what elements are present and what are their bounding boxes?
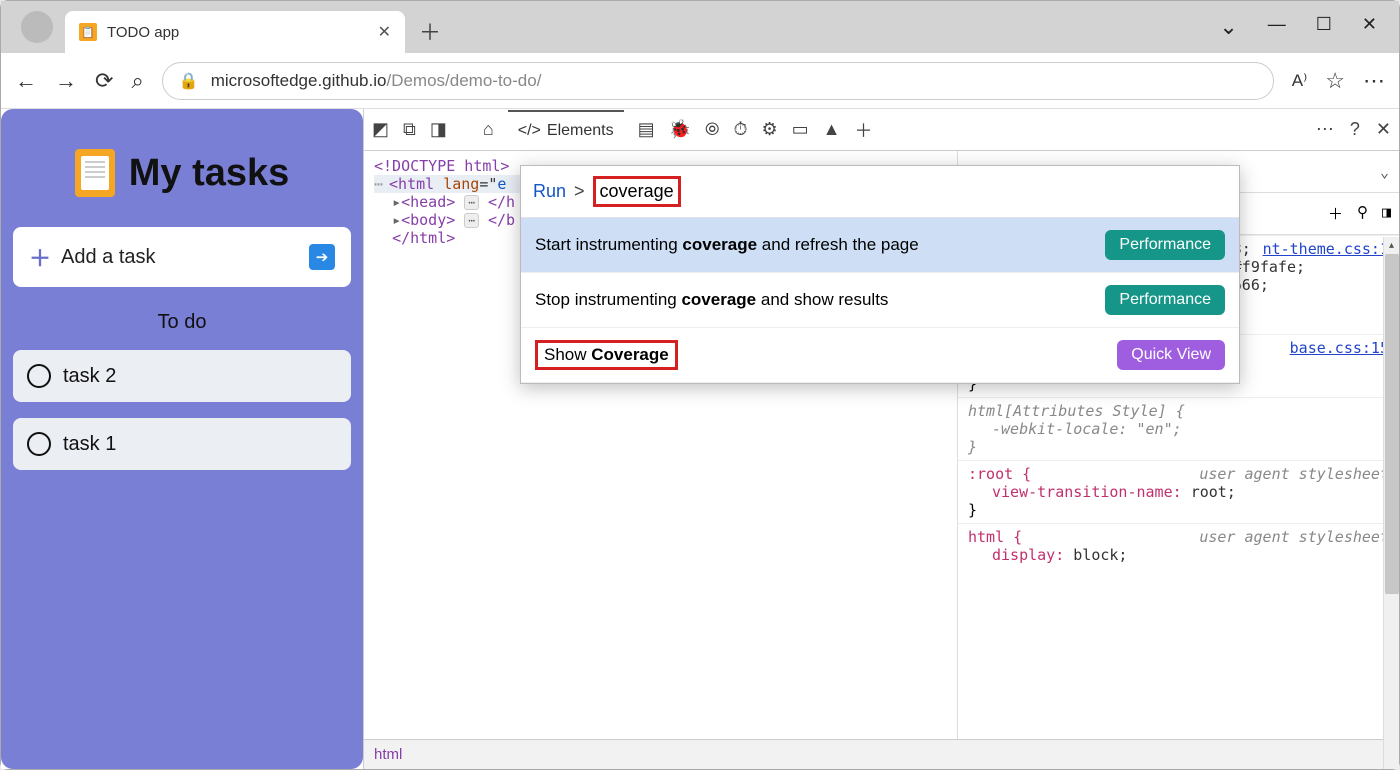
back-button[interactable]: ← [15,68,37,94]
address-bar[interactable]: 🔒 microsoftedge.github.io/Demos/demo-to-… [162,62,1274,100]
add-task-label: Add a task [61,246,156,269]
application-icon[interactable]: ▭ [792,119,809,140]
help-icon[interactable]: ? [1350,119,1360,140]
url-text: microsoftedge.github.io/Demos/demo-to-do… [211,71,542,91]
devtools-tabbar: ◩ ⧉ ◨ ⌂ </> Elements ▤ 🐞 ⦾ ⏱ ⚙ ▭ ▲ ＋ ⋯ [364,109,1399,151]
close-devtools-icon[interactable]: ✕ [1376,119,1391,140]
close-icon[interactable]: ✕ [378,22,391,42]
scroll-up-icon[interactable]: ▴ [1384,237,1399,253]
show-coverage-highlight: Show Coverage [535,340,678,370]
add-rule-icon[interactable]: ＋ [1328,203,1343,224]
more-icon[interactable]: ⋯ [1363,68,1385,94]
palette-item[interactable]: Start instrumenting coverage and refresh… [521,218,1239,273]
plus-icon: ＋ [29,241,51,273]
source-link[interactable]: base.css:15 [1290,339,1389,357]
welcome-icon[interactable]: ⌂ [483,119,494,140]
new-tab-button[interactable]: ＋ [413,14,447,48]
command-query: coverage [600,181,674,201]
tab-title: TODO app [107,24,368,41]
clipboard-icon [75,149,115,197]
tab-elements[interactable]: </> Elements [508,110,624,150]
toggle-icon[interactable]: ◨ [1382,203,1391,224]
clipboard-icon: 📋 [79,23,97,41]
dock-icon[interactable]: ◨ [430,119,447,140]
device-icon[interactable]: ⧉ [403,119,416,140]
checkbox-icon[interactable] [27,364,51,388]
network-icon[interactable]: ⦾ [705,119,719,140]
task-item[interactable]: task 2 [13,350,351,402]
submit-icon[interactable]: ➔ [309,244,335,270]
window-controls: ⌄ — ☐ ✕ [1219,14,1391,40]
app-header: My tasks [13,121,351,211]
elements-icon: </> [518,122,541,140]
palette-item-text: Stop instrumenting coverage and show res… [535,290,888,310]
performance-icon[interactable]: ⏱ [733,119,747,140]
command-input-row[interactable]: Run > coverage [521,166,1239,218]
lock-icon: 🔒 [179,71,199,91]
browser-window: 📋 TODO app ✕ ＋ ⌄ — ☐ ✕ ← → ⟳ ⌕ 🔒 microso… [0,0,1400,770]
chevron-down-icon[interactable]: ⌄ [1380,163,1389,181]
close-window-button[interactable]: ✕ [1362,14,1377,40]
selector-text: html[Attributes Style] { [968,402,1389,420]
tab-label: Elements [547,122,614,140]
maximize-button[interactable]: ☐ [1316,14,1332,40]
more-tools-icon[interactable]: ⋯ [1316,119,1334,140]
page-title: My tasks [129,152,290,195]
forward-button[interactable]: → [55,68,77,94]
refresh-button[interactable]: ⟳ [95,68,113,94]
breadcrumb-item[interactable]: html [374,746,402,763]
task-label: task 1 [63,433,116,456]
styles-toolbar: ＋ ⚲ ◨ [1328,203,1391,224]
section-heading: To do [13,303,351,334]
command-prefix: > [574,181,585,202]
palette-item[interactable]: Show Coverage Quick View [521,328,1239,383]
palette-item[interactable]: Stop instrumenting coverage and show res… [521,273,1239,328]
add-panel-icon[interactable]: ＋ [854,117,872,143]
ua-label: user agent stylesheet [1199,465,1389,483]
category-badge: Quick View [1117,340,1225,370]
minimize-button[interactable]: — [1268,14,1286,40]
browser-toolbar: ← → ⟳ ⌕ 🔒 microsoftedge.github.io/Demos/… [1,53,1399,109]
task-label: task 2 [63,365,116,388]
browser-tab[interactable]: 📋 TODO app ✕ [65,11,405,53]
inspect-icon[interactable]: ◩ [372,119,389,140]
category-badge: Performance [1105,230,1225,260]
memory-icon[interactable]: ⚙ [762,119,778,140]
todo-app: My tasks ＋ Add a task ➔ To do task 2 tas… [1,109,363,769]
run-label: Run [533,181,566,202]
vertical-scrollbar[interactable]: ▴ [1383,237,1399,769]
filter-icon[interactable]: ⚲ [1357,203,1368,224]
search-icon[interactable]: ⌕ [131,68,143,94]
read-aloud-icon[interactable]: A⁾ [1292,71,1308,91]
task-item[interactable]: task 1 [13,418,351,470]
source-link[interactable]: nt-theme.css:1 [1263,240,1389,258]
breadcrumb[interactable]: html [364,739,1399,769]
category-badge: Performance [1105,285,1225,315]
sources-icon[interactable]: 🐞 [669,119,691,140]
scrollbar-thumb[interactable] [1385,254,1399,594]
palette-item-text: Start instrumenting coverage and refresh… [535,235,919,255]
favorite-icon[interactable]: ☆ [1325,68,1345,94]
command-palette: Run > coverage Start instrumenting covera… [520,165,1240,384]
command-query-highlight: coverage [593,176,681,207]
console-icon[interactable]: ▤ [638,119,655,140]
chevron-down-icon[interactable]: ⌄ [1219,14,1237,40]
lighthouse-icon[interactable]: ▲ [823,119,841,140]
titlebar: 📋 TODO app ✕ ＋ ⌄ — ☐ ✕ [1,1,1399,53]
profile-avatar[interactable] [21,11,53,43]
add-task-input[interactable]: ＋ Add a task ➔ [13,227,351,287]
checkbox-icon[interactable] [27,432,51,456]
ua-label: user agent stylesheet [1199,528,1389,546]
